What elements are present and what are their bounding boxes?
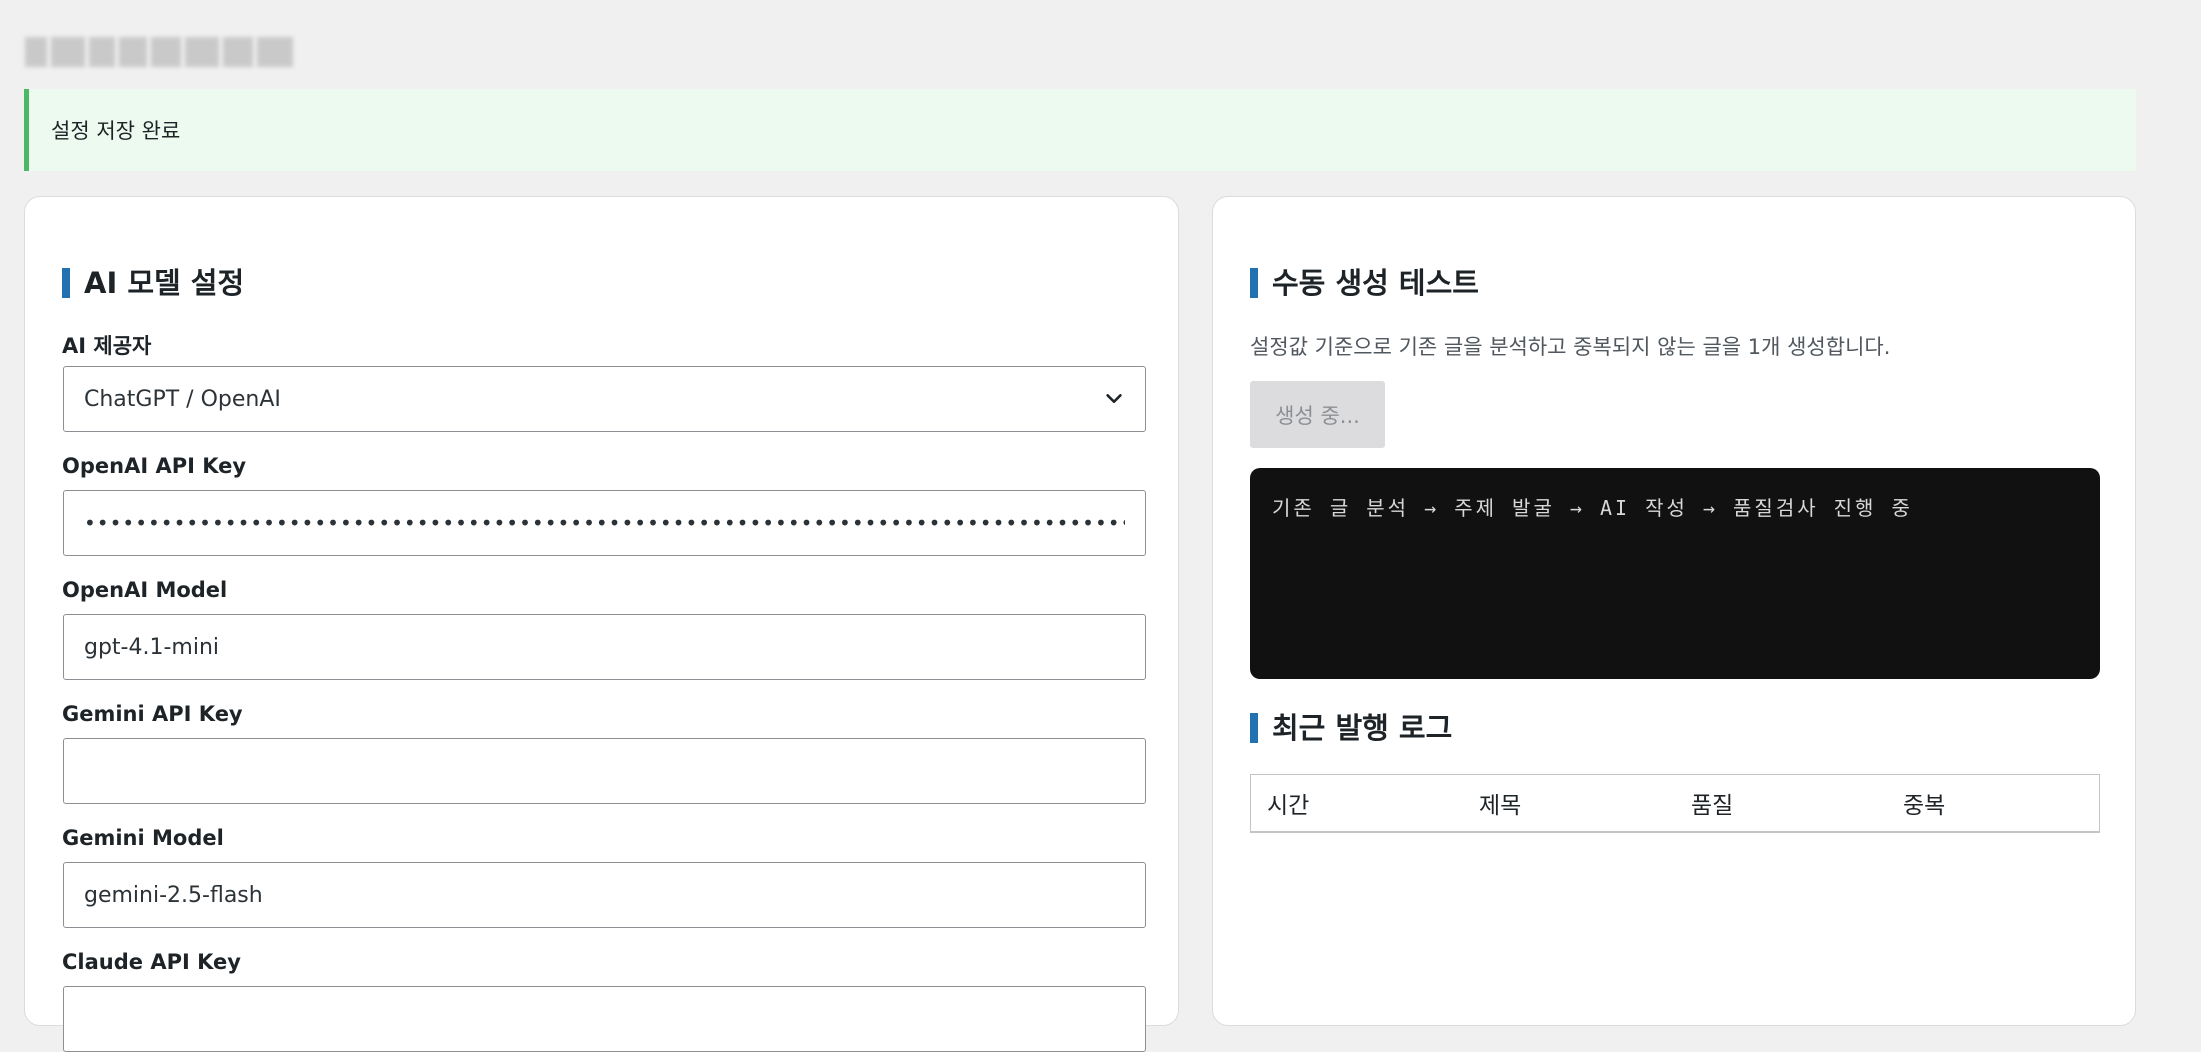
claude-api-key-input[interactable] bbox=[63, 986, 1146, 1052]
progress-console: 기존 글 분석 → 주제 발굴 → AI 작성 → 품질검사 진행 중 bbox=[1250, 468, 2100, 679]
notice-message: 설정 저장 완료 bbox=[51, 119, 181, 143]
success-notice: 설정 저장 완료 bbox=[24, 89, 2136, 171]
section-title-ai-model: AI 모델 설정 bbox=[62, 267, 244, 299]
openai-model-input[interactable] bbox=[63, 614, 1146, 680]
chevron-down-icon bbox=[1106, 394, 1122, 404]
gemini-api-key-label: Gemini API Key bbox=[62, 702, 243, 726]
section-title-manual-test: 수동 생성 테스트 bbox=[1250, 267, 1479, 299]
claude-api-key-label: Claude API Key bbox=[62, 950, 241, 974]
openai-api-key-input[interactable] bbox=[63, 490, 1146, 556]
generate-button[interactable]: 생성 중... bbox=[1250, 381, 1385, 448]
console-text: 기존 글 분석 → 주제 발굴 → AI 작성 → 품질검사 진행 중 bbox=[1272, 496, 1913, 520]
column-header-time: 시간 bbox=[1267, 793, 1310, 819]
provider-selected-value: ChatGPT / OpenAI bbox=[84, 386, 281, 412]
provider-label: AI 제공자 bbox=[62, 334, 152, 358]
ai-model-settings-card: AI 모델 설정 AI 제공자 ChatGPT / OpenAI OpenAI … bbox=[24, 196, 1179, 1052]
column-header-quality: 품질 bbox=[1691, 793, 1734, 819]
manual-test-card: 수동 생성 테스트 설정값 기준으로 기존 글을 분석하고 중복되지 않는 글을… bbox=[1212, 196, 2136, 1026]
test-description: 설정값 기준으로 기존 글을 분석하고 중복되지 않는 글을 1개 생성합니다. bbox=[1250, 335, 1891, 359]
section-title-recent-logs: 최근 발행 로그 bbox=[1250, 712, 1452, 744]
log-table-header: 시간 제목 품질 중복 bbox=[1250, 774, 2100, 833]
column-header-duplicate: 중복 bbox=[1903, 793, 1946, 819]
page-title-redacted bbox=[25, 30, 325, 74]
provider-select[interactable]: ChatGPT / OpenAI bbox=[63, 366, 1146, 432]
gemini-model-input[interactable] bbox=[63, 862, 1146, 928]
gemini-api-key-input[interactable] bbox=[63, 738, 1146, 804]
gemini-model-label: Gemini Model bbox=[62, 826, 224, 850]
openai-api-key-label: OpenAI API Key bbox=[62, 454, 247, 478]
openai-model-label: OpenAI Model bbox=[62, 578, 228, 602]
column-header-title: 제목 bbox=[1479, 793, 1522, 819]
